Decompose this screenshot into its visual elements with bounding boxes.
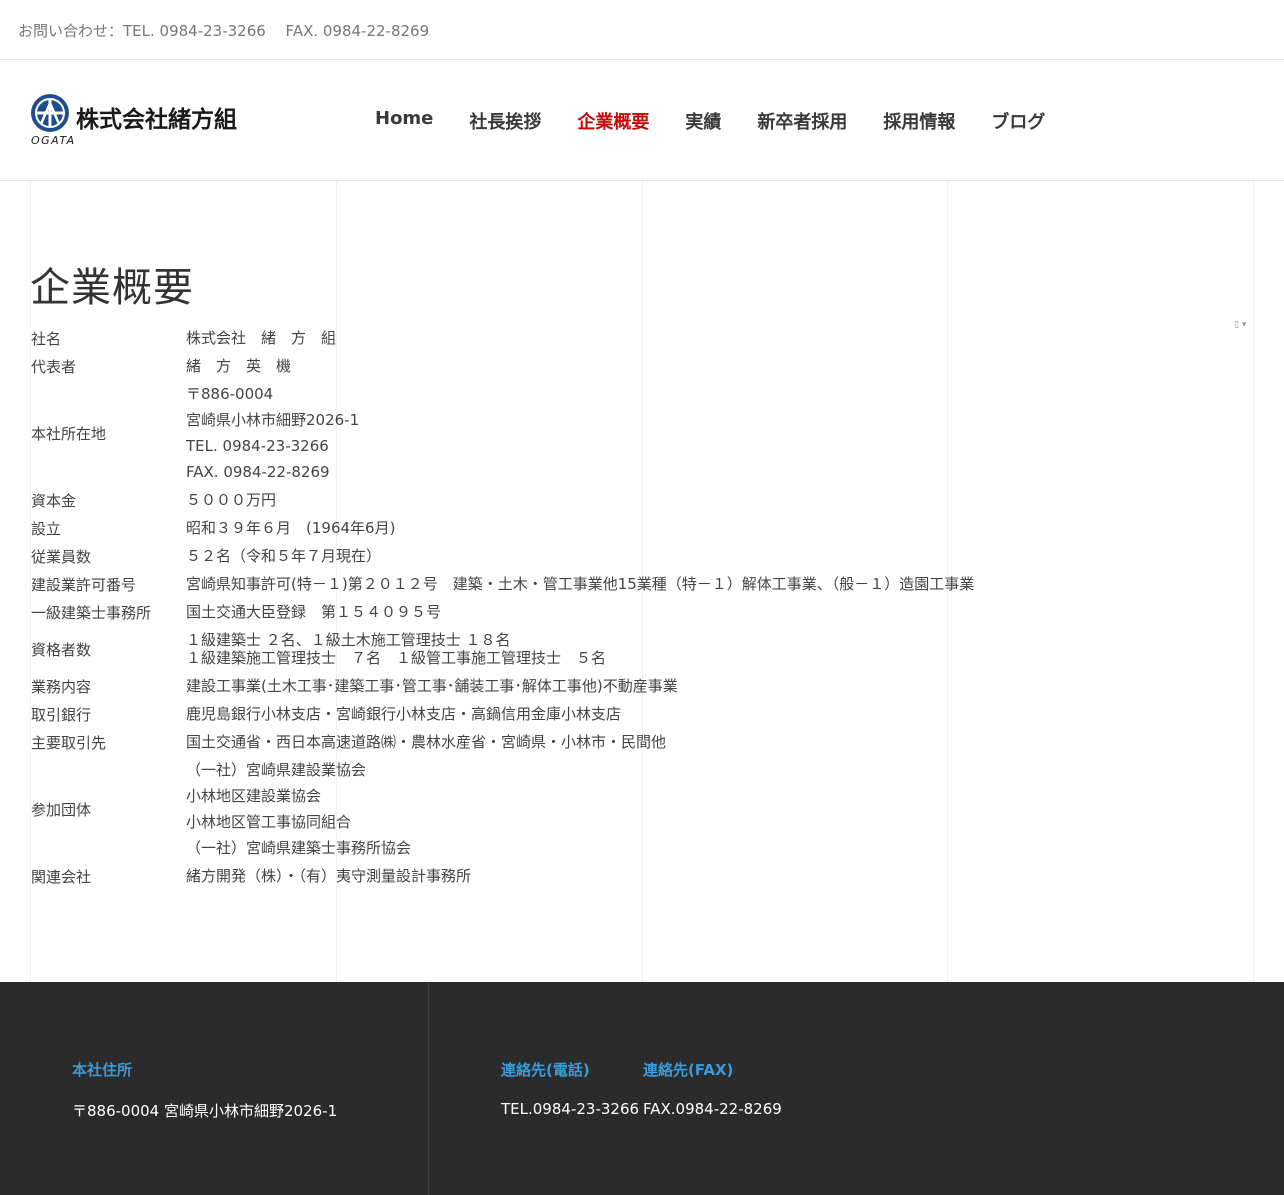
- info-value-line: 宮崎県知事許可(特－１)第２０１２号 建築・土木・管工事業他15業種（特－１）解…: [186, 575, 975, 593]
- info-label: 主要取引先: [31, 733, 107, 752]
- info-row: 関連会社 緒方開発（株）・（有）夷守測量設計事務所: [31, 862, 1031, 890]
- info-value-line: １級建築士 ２名、１級土木施工管理技士 １８名: [186, 631, 511, 649]
- nav-item[interactable]: Home: [375, 108, 433, 134]
- info-label: 代表者: [31, 357, 77, 376]
- nav-item[interactable]: 採用情報: [883, 108, 955, 134]
- main-nav: Home 社長挨拶 企業概要 実績 新卒者採用 採用情報 ブログ: [375, 108, 1045, 134]
- info-value-line: 国土交通省・西日本高速道路㈱・農林水産省・宮崎県・小林市・民間他: [186, 733, 667, 751]
- info-row: 従業員数 ５２名（令和５年７月現在）: [31, 542, 1031, 570]
- info-value: 国土交通省・西日本高速道路㈱・農林水産省・宮崎県・小林市・民間他: [186, 728, 1031, 756]
- info-row: 資本金 ５０００万円: [31, 486, 1031, 514]
- info-value-line: 〒886-0004: [186, 385, 274, 403]
- site-header: 株式会社緒方組 OGATA Home 社長挨拶 企業概要 実績 新卒者採用 採用情報 ブログ: [0, 60, 1284, 181]
- info-label: 資本金: [31, 491, 77, 510]
- footer-fax-heading: 連絡先(FAX): [643, 1061, 734, 1079]
- info-label: 取引銀行: [31, 705, 92, 724]
- info-value-line: 国土交通大臣登録 第１５４０９５号: [186, 603, 442, 621]
- info-value: ５２名（令和５年７月現在）: [186, 542, 1031, 570]
- info-label: 本社所在地: [31, 424, 107, 443]
- info-label: 一級建築士事務所: [31, 603, 152, 622]
- info-label: 関連会社: [31, 867, 92, 886]
- footer-fax: FAX.0984-22-8269: [643, 1100, 782, 1118]
- grid-line: [1253, 181, 1254, 982]
- info-value: 緒 方 英 機: [186, 352, 1031, 380]
- info-value: 建設工事業(土木工事･建築工事･管工事･舗装工事･解体工事他)不動産事業: [186, 672, 1031, 700]
- info-row: 業務内容 建設工事業(土木工事･建築工事･管工事･舗装工事･解体工事他)不動産事業: [31, 672, 1031, 700]
- info-row: 資格者数 １級建築士 ２名、１級土木施工管理技士 １８名 １級建築施工管理技士 ７名…: [31, 626, 1031, 672]
- info-label: 設立: [31, 519, 62, 538]
- footer-tel[interactable]: TEL.0984-23-3266: [501, 1100, 639, 1118]
- footer-address-heading: 本社住所: [72, 1061, 133, 1079]
- info-value: ５０００万円: [186, 486, 1031, 514]
- info-value-line: 小林地区管工事協同組合: [186, 813, 352, 831]
- nav-item[interactable]: ブログ: [991, 108, 1045, 134]
- page-title: 企業概要: [30, 265, 194, 311]
- info-row: 参加団体 （一社）宮崎県建設業協会 小林地区建設業協会 小林地区管工事協同組合 （一社）…: [31, 756, 1031, 862]
- info-value-line: 小林地区建設業協会: [186, 787, 322, 805]
- logo-company-name: 株式会社緒方組: [76, 107, 237, 133]
- info-label: 従業員数: [31, 547, 92, 566]
- top-contact-bar: お問い合わせ：TEL. 0984-23-3266 FAX. 0984-22-82…: [0, 0, 1284, 60]
- logo-mark-icon: [31, 94, 69, 132]
- info-value: 緒方開発（株）・（有）夷守測量設計事務所: [186, 862, 1031, 890]
- info-value-line: １級建築施工管理技士 ７名 １級管工事施工管理技士 ５名: [186, 649, 607, 667]
- info-value: 宮崎県知事許可(特－１)第２０１２号 建築・土木・管工事業他15業種（特－１）解…: [186, 570, 1031, 598]
- info-value: 鹿児島銀行小林支店・宮崎銀行小林支店・高鍋信用金庫小林支店: [186, 700, 1031, 728]
- nav-item[interactable]: 実績: [685, 108, 721, 134]
- company-info-table: 社名 株式会社 緒 方 組代表者 緒 方 英 機本社所在地 〒886-0004 宮崎県小…: [31, 324, 1031, 890]
- info-row: 主要取引先 国土交通省・西日本高速道路㈱・農林水産省・宮崎県・小林市・民間他: [31, 728, 1031, 756]
- info-label: 業務内容: [31, 677, 92, 696]
- site-footer: 本社住所 〒886-0004 宮崎県小林市細野2026-1 連絡先(電話) TE…: [0, 982, 1284, 1195]
- footer-divider: [428, 982, 429, 1195]
- info-label: 参加団体: [31, 800, 92, 819]
- logo-subtitle: OGATA: [31, 134, 76, 147]
- info-row: 代表者 緒 方 英 機: [31, 352, 1031, 380]
- info-value: （一社）宮崎県建設業協会 小林地区建設業協会小林地区管工事協同組合 （一社）宮崎県建…: [186, 756, 1031, 862]
- info-label: 建設業許可番号: [31, 575, 137, 594]
- info-row: 設立 昭和３９年６月 (1964年6月): [31, 514, 1031, 542]
- info-value-line: 昭和３９年６月 (1964年6月): [186, 519, 396, 537]
- info-value-line: 宮崎県小林市細野2026-1: [186, 411, 360, 429]
- info-value: 株式会社 緒 方 組: [186, 324, 1031, 352]
- info-value-line: 緒方開発（株）・（有）夷守測量設計事務所: [186, 867, 472, 885]
- info-row: 一級建築士事務所 国土交通大臣登録 第１５４０９５号: [31, 598, 1031, 626]
- company-logo[interactable]: 株式会社緒方組 OGATA: [30, 93, 260, 149]
- main-content: 企業概要 ▯ ▾ 社名 株式会社 緒 方 組代表者 緒 方 英 機本社所在地 〒886…: [0, 181, 1284, 982]
- info-row: 取引銀行 鹿児島銀行小林支店・宮崎銀行小林支店・高鍋信用金庫小林支店: [31, 700, 1031, 728]
- nav-item[interactable]: 企業概要: [577, 108, 649, 134]
- info-value-line: 建設工事業(土木工事･建築工事･管工事･舗装工事･解体工事他)不動産事業: [186, 677, 678, 695]
- info-value: 〒886-0004 宮崎県小林市細野2026-1 TEL. 0984-23-3266…: [186, 380, 1031, 486]
- info-value: 国土交通大臣登録 第１５４０９５号: [186, 598, 1031, 626]
- info-value-line: （一社）宮崎県建築士事務所協会: [186, 839, 412, 857]
- info-row: 社名 株式会社 緒 方 組: [31, 324, 1031, 352]
- info-value-line: TEL. 0984-23-3266: [186, 437, 329, 455]
- info-value-line: ５０００万円: [186, 491, 277, 509]
- info-value: １級建築士 ２名、１級土木施工管理技士 １８名 １級建築施工管理技士 ７名 １級管…: [186, 626, 1031, 672]
- info-value-line: （一社）宮崎県建設業協会: [186, 761, 367, 779]
- info-value-line: 緒 方 英 機: [186, 357, 292, 375]
- footer-tel-heading: 連絡先(電話): [501, 1061, 590, 1079]
- nav-item[interactable]: 新卒者採用: [757, 108, 847, 134]
- info-value-line: 株式会社 緒 方 組: [186, 329, 337, 347]
- info-label: 社名: [31, 329, 62, 348]
- nav-item[interactable]: 社長挨拶: [469, 108, 541, 134]
- info-value: 昭和３９年６月 (1964年6月): [186, 514, 1031, 542]
- info-value-line: FAX. 0984-22-8269: [186, 463, 330, 481]
- footer-address: 〒886-0004 宮崎県小林市細野2026-1: [72, 1102, 338, 1120]
- info-value-line: ５２名（令和５年７月現在）: [186, 547, 382, 565]
- info-label: 資格者数: [31, 640, 92, 659]
- language-switcher[interactable]: ▯ ▾: [1234, 320, 1246, 330]
- info-row: 建設業許可番号 宮崎県知事許可(特－１)第２０１２号 建築・土木・管工事業他15業…: [31, 570, 1031, 598]
- contact-info: お問い合わせ：TEL. 0984-23-3266 FAX. 0984-22-82…: [18, 22, 430, 40]
- info-row: 本社所在地 〒886-0004 宮崎県小林市細野2026-1 TEL. 0984-23…: [31, 380, 1031, 486]
- info-value-line: 鹿児島銀行小林支店・宮崎銀行小林支店・高鍋信用金庫小林支店: [186, 705, 622, 723]
